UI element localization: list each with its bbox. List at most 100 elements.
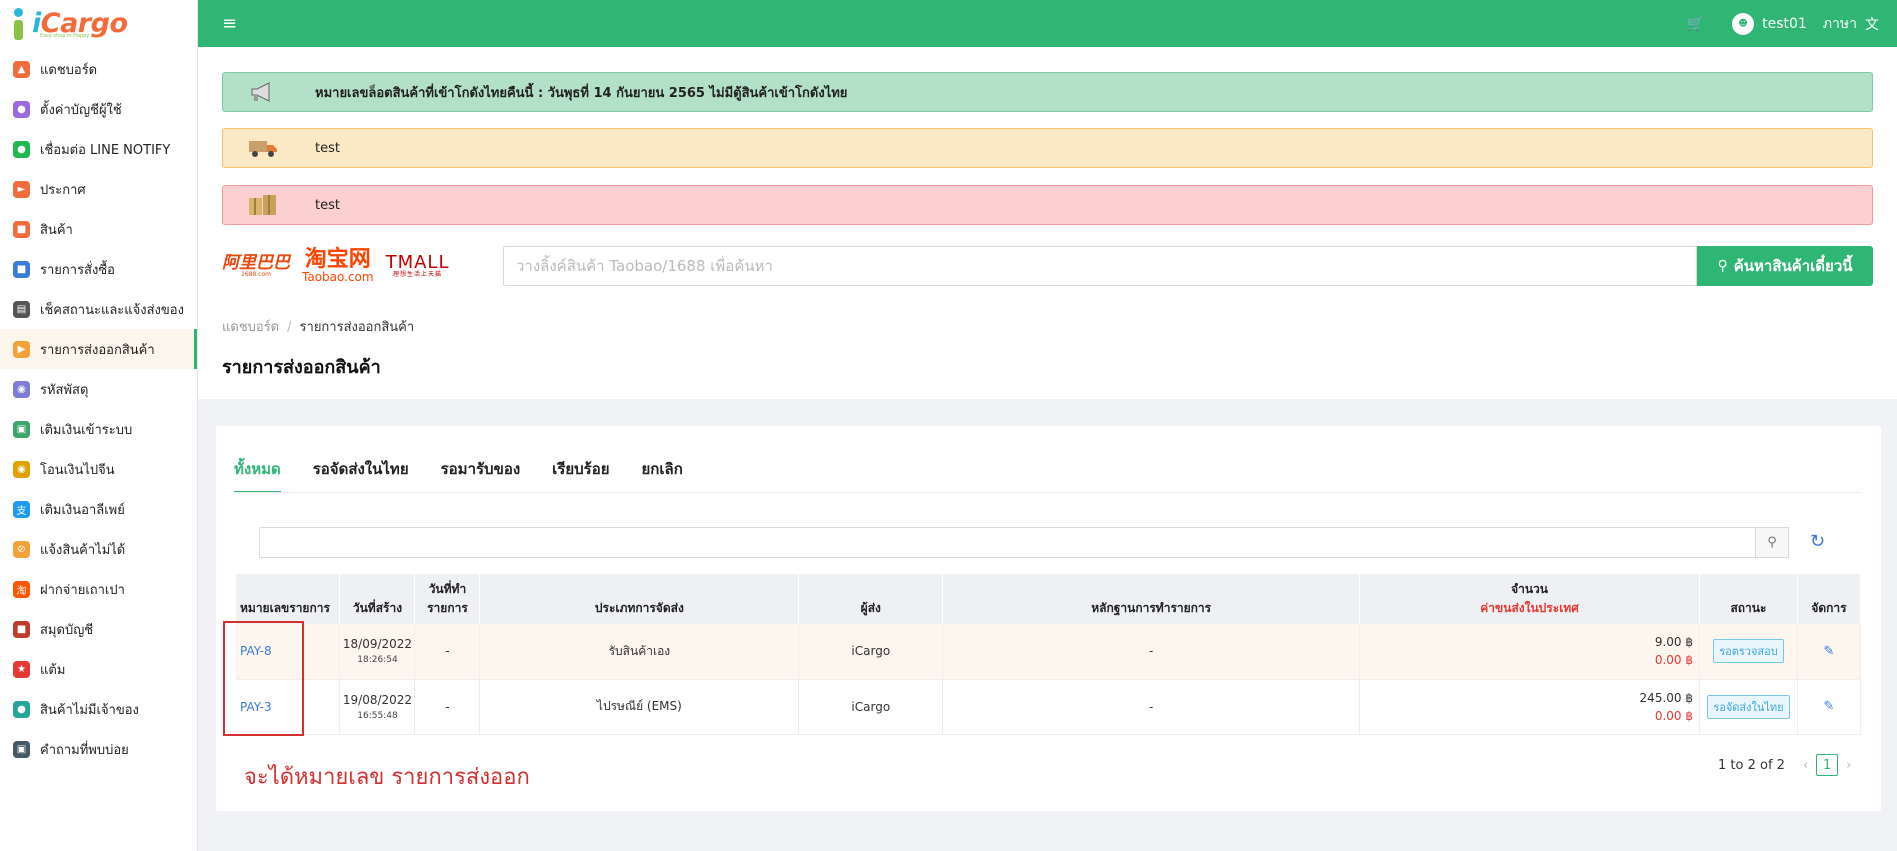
prev-page-icon[interactable]: ‹ [1803, 758, 1808, 773]
chart-icon: ▲ [13, 60, 30, 78]
pagination-summary: 1 to 2 of 2 [1718, 757, 1785, 773]
taobao-icon: 淘 [13, 580, 30, 598]
done-date: - [414, 679, 481, 735]
search-icon: ⚲ [1767, 535, 1777, 550]
edit-icon[interactable]: ✎ [1824, 644, 1835, 659]
breadcrumb-home[interactable]: แดชบอร์ด [222, 320, 279, 335]
annotation-highlight-box [223, 621, 304, 736]
sidebar-item-label: คำถามที่พบบ่อย [40, 742, 129, 758]
shipping-alert: test [222, 128, 1873, 168]
top-bar: ≡ 🛒 ☻ test01 ภาษา 文 [198, 0, 1897, 47]
sidebar-item-faq[interactable]: ▣ คำถามที่พบบ่อย [0, 729, 197, 769]
sidebar-item-label: ตั้งค่าบัญชีผู้ใช้ [40, 102, 122, 118]
logo-tmall[interactable]: TMALL 理想生活上天猫 [386, 254, 450, 278]
sidebar-item-points[interactable]: ★ แต้ม [0, 649, 197, 689]
announcement-text: หมายเลขล็อตสินค้าที่เข้าโกดังไทยคืนนี้ :… [315, 85, 848, 101]
status-cell: รอจัดส่งในไทย [1699, 679, 1798, 735]
faq-icon: ▣ [13, 740, 30, 758]
sidebar-item-megaphone[interactable]: ► ประกาศ [0, 169, 197, 209]
sidebar-item-line[interactable]: ● เชื่อมต่อ LINE NOTIFY [0, 129, 197, 169]
edit-icon[interactable]: ✎ [1824, 699, 1835, 714]
next-page-icon[interactable]: › [1846, 758, 1851, 773]
sidebar-item-label: สมุดบัญชี [40, 622, 94, 638]
col-header-action: จัดการ [1797, 574, 1862, 624]
table-row[interactable]: PAY-8 18/09/2022 18:26:54 - รับสินค้าเอง … [236, 624, 1862, 680]
table-search-button[interactable]: ⚲ [1755, 527, 1789, 558]
col-header-status: สถานะ [1699, 574, 1798, 624]
breadcrumb: แดชบอร์ด / รายการส่งออกสินค้า [222, 320, 415, 335]
amount: 9.00 ฿ 0.00 ฿ [1359, 624, 1700, 680]
export-table: หมายเลขรายการ วันที่สร้าง วันที่ทำรายการ… [236, 574, 1862, 735]
sidebar-item-truck[interactable]: ▶ รายการส่งออกสินค้า [0, 329, 197, 369]
sidebar-item-label: รายการสั่งซื้อ [40, 262, 115, 278]
sidebar-item-label: เติมเงินอาลีเพย์ [40, 502, 125, 518]
status-tabs: ทั้งหมด รอจัดส่งในไทย รอมารับของ เรียบร้… [234, 457, 715, 493]
product-link-input[interactable]: วางลิ้งค์สินค้า Taobao/1688 เพื่อค้นหา [503, 246, 1697, 286]
translate-icon[interactable]: 文 [1865, 14, 1879, 34]
logo[interactable]: iCargo Easy shop in Happy [0, 0, 197, 47]
truck-icon [243, 138, 283, 158]
marketplace-logos: 阿里巴巴 1688.com 淘宝网 Taobao.com TMALL 理想生活上天猫 [222, 245, 462, 287]
unowned-icon: ● [13, 700, 30, 718]
tab-cancelled[interactable]: ยกเลิก [642, 457, 683, 493]
sidebar-item-order[interactable]: ■ รายการสั่งซื้อ [0, 249, 197, 289]
tab-all[interactable]: ทั้งหมด [234, 457, 281, 493]
evidence: - [942, 679, 1361, 735]
language-selector[interactable]: ภาษา [1823, 13, 1857, 35]
alipay-icon: 支 [13, 500, 30, 518]
table-search-input[interactable] [259, 527, 1757, 558]
sidebar-item-user-settings[interactable]: ● ตั้งค่าบัญชีผู้ใช้ [0, 89, 197, 129]
sidebar-item-coin[interactable]: ◉ โอนเงินไปจีน [0, 449, 197, 489]
status-badge: รอจัดส่งในไทย [1707, 694, 1790, 719]
created-date: 19/08/2022 16:55:48 [339, 679, 416, 735]
sidebar-item-parcel[interactable]: ◉ รหัสพัสดุ [0, 369, 197, 409]
sidebar-item-wallet[interactable]: ▣ เติมเงินเข้าระบบ [0, 409, 197, 449]
tab-awaiting-thai-delivery[interactable]: รอจัดส่งในไทย [313, 457, 409, 493]
wallet-icon: ▣ [13, 420, 30, 438]
warning-alert: test [222, 185, 1873, 225]
tab-completed[interactable]: เรียบร้อย [552, 457, 609, 493]
order-icon: ■ [13, 260, 30, 278]
page-number[interactable]: 1 [1816, 754, 1839, 776]
sidebar-item-label: รายการส่งออกสินค้า [40, 342, 155, 358]
avatar[interactable]: ☻ [1732, 12, 1755, 35]
username[interactable]: test01 [1762, 16, 1807, 32]
cart-icon[interactable]: 🛒 [1687, 16, 1704, 32]
sidebar-item-label: เช็คสถานะและแจ้งส่งของ [40, 302, 184, 318]
shipping-alert-text: test [315, 140, 340, 156]
sidebar-item-label: เชื่อมต่อ LINE NOTIFY [40, 142, 171, 158]
sidebar-menu: ▲ แดชบอร์ด ● ตั้งค่าบัญชีผู้ใช้ ● เชื่อมต่อ L… [0, 47, 197, 769]
sidebar-item-account-book[interactable]: ■ สมุดบัญชี [0, 609, 197, 649]
sidebar-item-product[interactable]: ■ สินค้า [0, 209, 197, 249]
sidebar-item-alipay[interactable]: 支 เติมเงินอาลีเพย์ [0, 489, 197, 529]
refresh-icon[interactable]: ↻ [1810, 531, 1825, 552]
sidebar-item-no-item[interactable]: ⊘ แจ้งสินค้าไม่ได้ [0, 529, 197, 569]
sender: iCargo [798, 624, 944, 680]
product-icon: ■ [13, 220, 30, 238]
ship-type: ไปรษณีย์ (EMS) [479, 679, 800, 735]
hamburger-icon[interactable]: ≡ [222, 13, 237, 34]
sidebar-item-unowned[interactable]: ● สินค้าไม่มีเจ้าของ [0, 689, 197, 729]
ship-type: รับสินค้าเอง [479, 624, 800, 680]
table-row[interactable]: PAY-3 19/08/2022 16:55:48 - ไปรษณีย์ (EMS… [236, 679, 1862, 735]
action-cell: ✎ [1797, 679, 1862, 735]
logo-1688[interactable]: 阿里巴巴 1688.com [222, 254, 290, 278]
coin-icon: ◉ [13, 460, 30, 478]
tab-awaiting-pickup[interactable]: รอมารับของ [441, 457, 521, 493]
truck-icon: ▶ [13, 340, 30, 358]
col-header-id: หมายเลขรายการ [236, 574, 341, 624]
sidebar-item-taobao[interactable]: 淘 ฝากจ่ายเถาเปา [0, 569, 197, 609]
sidebar-item-label: แจ้งสินค้าไม่ได้ [40, 542, 126, 558]
search-product-button[interactable]: ⚲ ค้นหาสินค้าเดี๋ยวนี้ [1697, 246, 1873, 286]
sidebar-item-chart[interactable]: ▲ แดชบอร์ด [0, 49, 197, 89]
tabs-divider [234, 492, 1861, 493]
amount: 245.00 ฿ 0.00 ฿ [1359, 679, 1700, 735]
checklist-icon: ▤ [13, 300, 30, 318]
sidebar-item-checklist[interactable]: ▤ เช็คสถานะและแจ้งส่งของ [0, 289, 197, 329]
line-icon: ● [13, 140, 30, 158]
sidebar: iCargo Easy shop in Happy ▲ แดชบอร์ด ● ตั้ง… [0, 0, 198, 851]
col-header-created: วันที่สร้าง [339, 574, 416, 624]
col-header-amount: จำนวน ค่าขนส่งในประเทศ [1359, 574, 1700, 624]
col-header-done-date: วันที่ทำรายการ [414, 574, 481, 624]
logo-taobao[interactable]: 淘宝网 Taobao.com [302, 249, 374, 284]
